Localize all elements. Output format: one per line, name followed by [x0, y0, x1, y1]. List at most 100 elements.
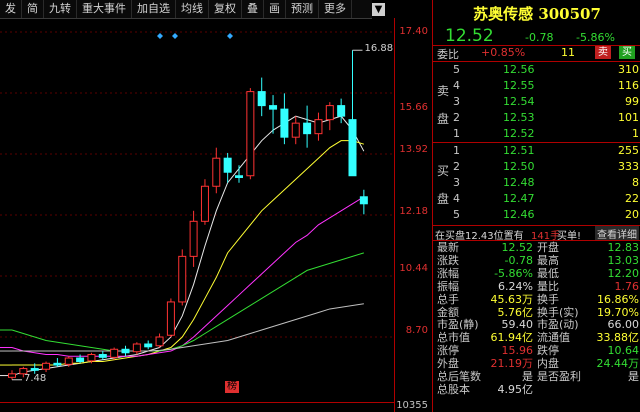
bid-level[interactable]: 5 12.46 20: [433, 208, 640, 224]
candle-body: [166, 301, 175, 336]
quote-label: 最新: [437, 241, 459, 254]
price-axis: 17.40 15.66 13.92 12.18 10.44 8.70 10355: [395, 18, 432, 412]
toolbar-button[interactable]: 加自选: [132, 0, 176, 18]
buy-side-char-1: 买: [437, 164, 450, 178]
bid-level[interactable]: 1 12.51 255: [433, 144, 640, 160]
price-axis-label: 15.66: [399, 102, 428, 113]
quote-value: 是: [628, 370, 639, 383]
quote-value: 13.03: [607, 253, 640, 267]
quote-value: 6.24%: [498, 279, 533, 293]
level-volume: 8: [632, 176, 639, 189]
view-detail-button[interactable]: 查看详细: [595, 226, 639, 241]
price-axis-label: 13.92: [399, 144, 428, 155]
ask-level[interactable]: 2 12.53 101: [433, 111, 640, 127]
down-arrow-icon[interactable]: ▼: [372, 3, 385, 16]
quote-row: 涨跌 -0.78 最高 13.03: [433, 253, 640, 267]
quote-label: 涨停: [437, 344, 459, 358]
ask-level[interactable]: 3 12.54 99: [433, 95, 640, 111]
toolbar-button[interactable]: 叠: [242, 0, 264, 18]
quote-label: 振幅: [437, 279, 459, 293]
level-volume: 99: [625, 95, 639, 108]
toolbar-button[interactable]: 重大事件: [77, 0, 132, 18]
quote-value: 21.19万: [490, 357, 534, 371]
level-price: 12.52: [503, 127, 535, 140]
level-index: 5: [453, 208, 460, 221]
quote-label: 是否盈利: [537, 370, 581, 383]
toolbar-button[interactable]: 发: [0, 0, 22, 18]
quote-label: 总后笔数: [437, 370, 481, 383]
candle-body: [121, 348, 130, 354]
buy-button[interactable]: 买: [619, 46, 635, 59]
toolbar-button[interactable]: 九转: [44, 0, 77, 18]
candle-body: [269, 105, 278, 110]
price-axis-label: 10.44: [399, 263, 428, 274]
bid-level[interactable]: 3 12.48 8: [433, 176, 640, 192]
quote-label: 开盘: [537, 241, 559, 254]
toolbar-button[interactable]: 均线: [176, 0, 209, 18]
candle-body: [42, 362, 51, 370]
ma-line-ma20: [11, 196, 365, 357]
quote-label: 涨跌: [437, 253, 459, 267]
quote-label: 外盘: [437, 357, 459, 371]
candle-body: [178, 255, 187, 303]
level-index: 2: [453, 111, 460, 124]
ask-level[interactable]: 4 12.55 116: [433, 79, 640, 95]
level-price: 12.55: [503, 79, 535, 92]
candle-body: [314, 119, 323, 135]
sell-button[interactable]: 卖: [595, 46, 611, 59]
ask-level[interactable]: 5 12.56 310: [433, 63, 640, 79]
quote-value: 是: [522, 370, 533, 383]
quote-label: 量比: [537, 279, 559, 293]
event-marker-icon: [227, 33, 233, 39]
event-marker-icon: [157, 33, 163, 39]
quote-value: 4.95亿: [497, 382, 534, 396]
wc-value: 11: [561, 46, 575, 59]
candle-body: [246, 91, 255, 177]
candle-body: [132, 343, 141, 353]
quote-label: 跌停: [537, 344, 559, 358]
quote-row: 金额 5.76亿 换手(实) 19.70%: [433, 306, 640, 319]
toolbar-button[interactable]: 复权: [209, 0, 242, 18]
level-volume: 20: [625, 208, 639, 221]
level-index: 1: [453, 144, 460, 157]
quote-row: 振幅 6.24% 量比 1.76: [433, 279, 640, 293]
level-volume: 333: [618, 160, 639, 173]
toolbar-button[interactable]: 预测: [286, 0, 319, 18]
candle-body: [189, 220, 198, 257]
sell-side-char-1: 卖: [437, 84, 450, 98]
price-axis-label: 12.18: [399, 206, 428, 217]
candle-body: [200, 185, 209, 222]
toolbar-button[interactable]: 更多: [319, 0, 352, 18]
candle-body: [144, 343, 153, 348]
level-index: 3: [453, 95, 460, 108]
level-volume: 101: [618, 111, 639, 124]
quote-value: 15.96: [501, 344, 534, 358]
level-index: 1: [453, 127, 460, 140]
wb-label: 委比: [437, 48, 459, 61]
quote-label: 总市值: [437, 331, 470, 345]
level-price: 12.53: [503, 111, 535, 124]
sell-side-char-2: 盘: [437, 112, 450, 126]
toolbar-button[interactable]: 简: [22, 0, 44, 18]
level-volume: 1: [632, 127, 639, 140]
toolbar-button[interactable]: 画: [264, 0, 286, 18]
divider: [433, 61, 640, 62]
level-price: 12.47: [503, 192, 535, 205]
ranking-marker[interactable]: 榜: [225, 381, 239, 393]
bid-level[interactable]: 2 12.50 333: [433, 160, 640, 176]
quote-label: 流通值: [537, 331, 570, 345]
divider: [433, 142, 640, 143]
ask-level[interactable]: 1 12.52 1: [433, 127, 640, 143]
candle-body: [280, 108, 289, 138]
level-volume: 255: [618, 144, 639, 157]
quote-value: -5.86%: [494, 266, 533, 280]
level-price: 12.46: [503, 208, 535, 221]
chart-toolbar: 发简九转 重大事件 加自选 均线 复权叠画预测 更多: [0, 0, 372, 19]
price-axis-label: 17.40: [399, 26, 428, 37]
level-price: 12.48: [503, 176, 535, 189]
price-change: -0.78: [525, 31, 554, 44]
level-index: 5: [453, 63, 460, 76]
quote-value: -0.78: [504, 253, 533, 267]
bid-level[interactable]: 4 12.47 22: [433, 192, 640, 208]
quote-label: 市盈(静): [437, 318, 479, 332]
